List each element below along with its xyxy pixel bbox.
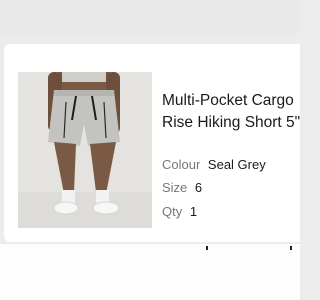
dot-marker	[290, 246, 292, 250]
product-title[interactable]: Multi-Pocket Cargo Rise Hiking Short 5"	[162, 90, 300, 134]
colour-value: Seal Grey	[207, 157, 266, 172]
cart-item-card[interactable]: Multi-Pocket Cargo Rise Hiking Short 5" …	[4, 44, 300, 242]
colour-label: Colour	[162, 157, 201, 172]
size-value: 6	[194, 180, 203, 195]
size-row: Size 6	[162, 180, 202, 195]
bottom-background	[0, 244, 300, 300]
product-title-line2: Rise Hiking Short 5"	[162, 114, 300, 131]
qty-value: 1	[189, 204, 198, 219]
colour-row: Colour Seal Grey	[162, 157, 266, 172]
dot-marker	[206, 246, 208, 250]
product-photo-illustration	[18, 72, 152, 228]
size-label: Size	[162, 180, 188, 195]
top-background	[0, 0, 300, 34]
product-title-line1: Multi-Pocket Cargo	[162, 92, 294, 109]
qty-row: Qty 1	[162, 204, 197, 219]
product-image[interactable]	[18, 72, 152, 228]
qty-label: Qty	[162, 204, 183, 219]
